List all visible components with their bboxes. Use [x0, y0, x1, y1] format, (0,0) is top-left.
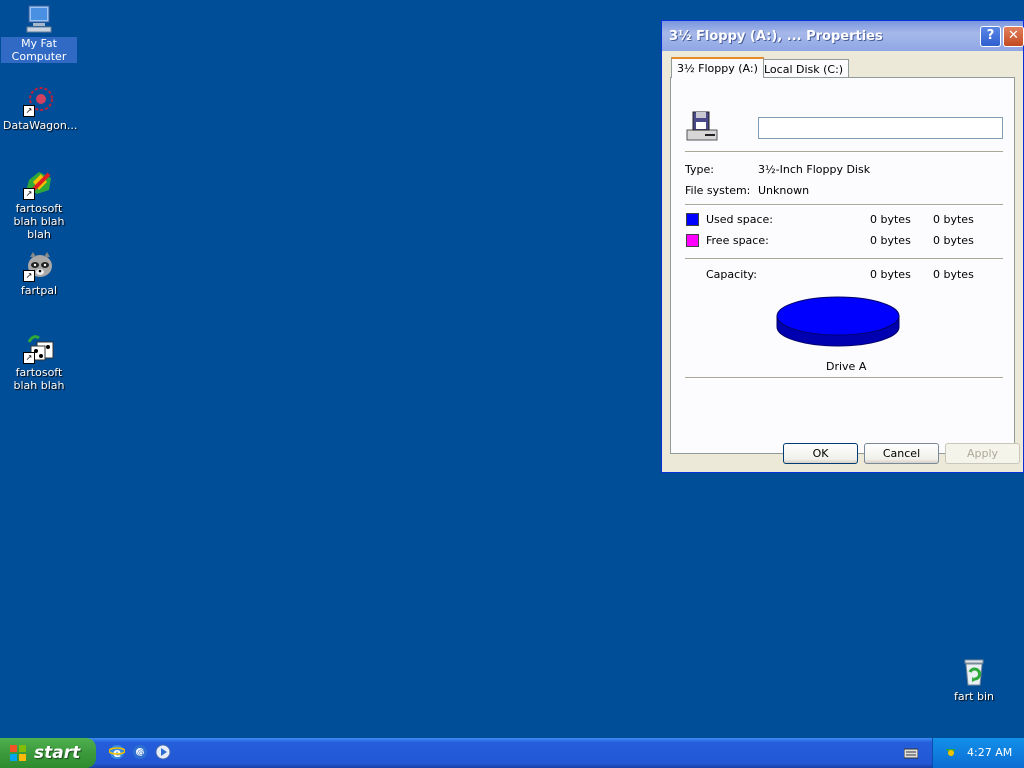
desktop-icon-fartosoft-games[interactable]: ↗ fartosoft blah blah [1, 332, 77, 392]
used-space-label: Used space: [706, 213, 774, 226]
general-tab-panel: Type: 3½-Inch Floppy Disk File system: U… [670, 77, 1015, 454]
internet-explorer-icon[interactable]: e [108, 744, 126, 760]
clock[interactable]: 4:27 AM [967, 746, 1012, 759]
free-space-bytes: 0 bytes [870, 234, 911, 247]
shortcut-arrow-icon: ↗ [23, 188, 35, 200]
file-system-value: Unknown [758, 184, 810, 197]
shortcut-arrow-icon: ↗ [23, 352, 35, 364]
start-button[interactable]: start [0, 738, 96, 768]
desktop-icon-fartpal[interactable]: ↗ fartpal [1, 250, 77, 297]
desktop-icon-datawagon[interactable]: ↗ DataWagon... [1, 85, 77, 132]
desktop-icon-label: fartosoft blah blah blah [13, 202, 65, 241]
separator [685, 151, 1003, 153]
used-space-bytes: 0 bytes [870, 213, 911, 226]
desktop-icon-label: DataWagon... [3, 119, 78, 132]
taskbar: start e @ 4:27 AM [0, 738, 1024, 768]
ok-button[interactable]: OK [783, 443, 858, 464]
desktop-icon-fartosoft[interactable]: ↗ fartosoft blah blah blah [1, 168, 77, 241]
close-icon: ✕ [1008, 28, 1019, 43]
desktop-icon-label: My Fat Computer [1, 37, 77, 63]
type-value: 3½-Inch Floppy Disk [758, 163, 871, 176]
start-label: start [34, 743, 81, 763]
datawagon-icon: ↗ [23, 85, 55, 117]
keyboard-icon[interactable] [903, 747, 919, 759]
help-button[interactable]: ? [980, 26, 1001, 47]
type-label: Type: [685, 163, 714, 176]
capacity-size: 0 bytes [933, 268, 974, 281]
help-icon: ? [986, 28, 995, 43]
used-space-size: 0 bytes [933, 213, 974, 226]
svg-text:@: @ [137, 748, 145, 757]
windows-logo-icon [9, 744, 27, 762]
separator [685, 377, 1003, 379]
recycle-bin-icon [958, 656, 990, 688]
free-space-label: Free space: [706, 234, 769, 247]
fartosoft-games-icon: ↗ [23, 332, 55, 364]
drive-label-input[interactable] [758, 117, 1003, 139]
cancel-button[interactable]: Cancel [864, 443, 939, 464]
shortcut-arrow-icon: ↗ [23, 105, 35, 117]
system-tray: 4:27 AM [932, 738, 1024, 768]
free-space-size: 0 bytes [933, 234, 974, 247]
desktop-icon-label: fartpal [20, 284, 58, 297]
computer-icon [23, 3, 55, 35]
apply-button[interactable]: Apply [945, 443, 1020, 464]
media-player-icon[interactable] [155, 744, 171, 760]
fartosoft-icon: ↗ [23, 168, 55, 200]
raccoon-icon: ↗ [23, 250, 55, 282]
network-icon[interactable] [943, 745, 959, 761]
separator [685, 258, 1003, 260]
title-bar[interactable]: 3½ Floppy (A:), ... Properties ? ✕ [662, 21, 1024, 51]
close-button[interactable]: ✕ [1003, 26, 1024, 47]
separator [685, 204, 1003, 206]
desktop-icon-label: fart bin [954, 690, 994, 703]
shortcut-arrow-icon: ↗ [23, 270, 35, 282]
desktop-icon-my-computer[interactable]: My Fat Computer [1, 3, 77, 63]
file-system-label: File system: [685, 184, 751, 197]
drive-label: Drive A [826, 360, 867, 373]
capacity-bytes: 0 bytes [870, 268, 911, 281]
tab-label: 3½ Floppy (A:) [677, 62, 758, 75]
desktop-icon-label: fartosoft blah blah [13, 366, 65, 392]
outlook-express-icon[interactable]: @ [132, 744, 148, 760]
free-space-swatch [686, 234, 699, 247]
capacity-label: Capacity: [706, 268, 757, 281]
dialog-title: 3½ Floppy (A:), ... Properties [669, 29, 883, 44]
disk-usage-pie [775, 286, 901, 352]
tab-floppy-a[interactable]: 3½ Floppy (A:) [671, 57, 764, 78]
properties-dialog: 3½ Floppy (A:), ... Properties ? ✕ 3½ Fl… [661, 20, 1024, 473]
desktop-icon-recycle-bin[interactable]: fart bin [936, 656, 1012, 703]
tab-local-disk-c[interactable]: Local Disk (C:) [758, 59, 850, 78]
floppy-drive-icon [685, 110, 719, 144]
used-space-swatch [686, 213, 699, 226]
tab-label: Local Disk (C:) [764, 63, 844, 76]
